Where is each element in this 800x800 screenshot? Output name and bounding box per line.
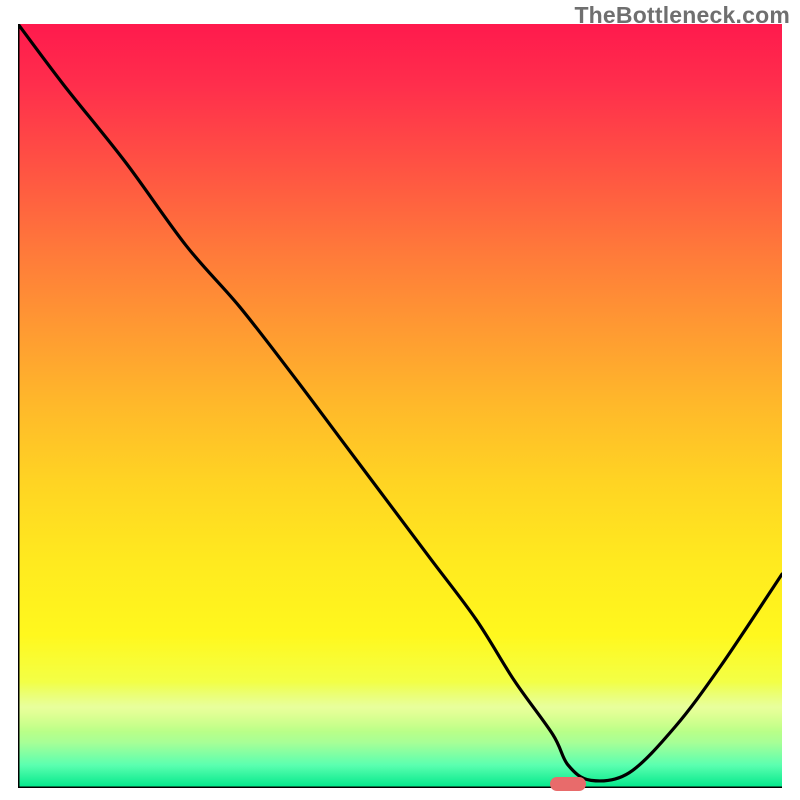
chart-frame [18, 24, 782, 788]
gradient-background [18, 24, 782, 788]
highlight-marker [550, 777, 586, 791]
